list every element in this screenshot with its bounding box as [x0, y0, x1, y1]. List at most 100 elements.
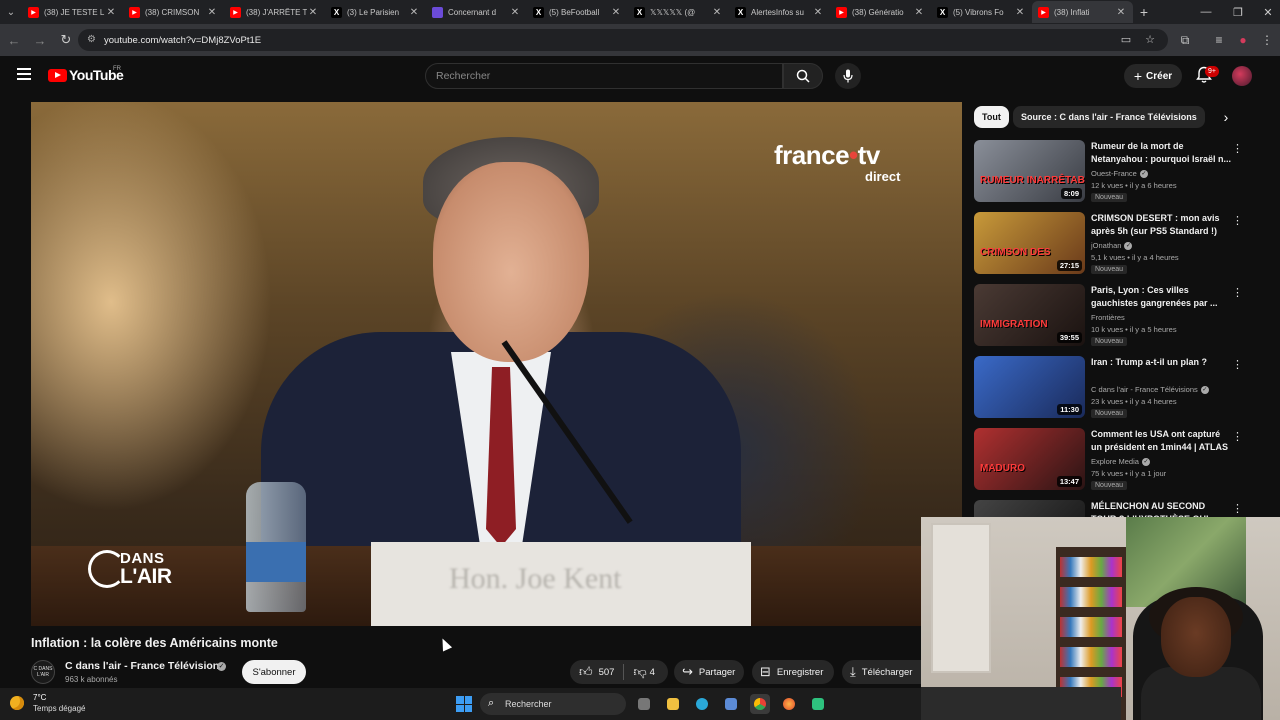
tab-close-icon[interactable]: ✕ [105, 7, 117, 18]
recommended-channel[interactable]: C dans l'air - France Télévisions ✓ [1091, 385, 1209, 395]
chrome-browser-icon[interactable] [750, 694, 770, 714]
account-avatar[interactable] [1232, 66, 1252, 86]
cast-icon[interactable]: ▭ [1118, 32, 1134, 48]
edge-browser-icon[interactable] [692, 694, 712, 714]
recommended-video[interactable]: CRIMSON DES 27:15 CRIMSON DESERT : mon avi… [974, 212, 1264, 278]
tab-close-icon[interactable]: ✕ [1014, 7, 1026, 18]
weather-description[interactable]: Temps dégagé [33, 704, 85, 713]
forward-icon[interactable]: → [28, 28, 52, 52]
channel-avatar[interactable]: C DANS L'AIR [31, 660, 55, 684]
dislike-count[interactable]: 4 [650, 667, 655, 678]
like-count[interactable]: 507 [599, 667, 615, 678]
media-control-icon[interactable]: ≡ [1208, 28, 1230, 52]
extensions-icon[interactable]: ⧉ [1174, 28, 1196, 52]
save-button[interactable]: ⊟ Enregistrer [752, 660, 834, 684]
minimize-icon[interactable]: — [1190, 0, 1222, 24]
chevron-right-icon[interactable]: › [1216, 106, 1236, 128]
thumbs-down-icon[interactable]: 👎︎ [633, 664, 646, 680]
more-options-icon[interactable]: ⋮ [1232, 358, 1243, 372]
chip-all[interactable]: Tout [974, 106, 1009, 128]
chip-source[interactable]: Source : C dans l'air - France Télévisio… [1013, 106, 1205, 128]
browser-menu-icon[interactable]: ⋮ [1256, 28, 1278, 52]
recommended-video-title[interactable]: Rumeur de la mort de Netanyahou : pourqu… [1091, 140, 1231, 165]
more-options-icon[interactable]: ⋮ [1232, 502, 1243, 516]
verified-check-icon: ✓ [1200, 386, 1209, 395]
video-thumbnail[interactable]: MADURO 13:47 [974, 428, 1085, 490]
profile-icon[interactable]: ● [1232, 28, 1254, 52]
video-player[interactable]: Hon. Joe Kent france•tv direct DANS L'AI… [31, 102, 962, 626]
restore-icon[interactable]: ❐ [1222, 0, 1254, 24]
recommended-channel[interactable]: Frontières [1091, 313, 1125, 322]
tab-search-icon[interactable]: ⌄ [0, 0, 22, 24]
browser-tab[interactable]: ▶ (38) J'ARRÊTE T ✕ [224, 1, 325, 23]
address-bar[interactable]: ⚙ youtube.com/watch?v=DMj8ZVoPt1E ▭ ☆ [78, 29, 1168, 51]
browser-tab[interactable]: ▶ (38) Inflati ✕ [1032, 1, 1133, 23]
browser-tab[interactable]: ▶ (38) CRIMSON ✕ [123, 1, 224, 23]
task-view-icon[interactable] [634, 694, 654, 714]
recommended-channel[interactable]: jOnathan ✓ [1091, 241, 1133, 251]
reload-icon[interactable]: ↻ [54, 28, 78, 52]
recommended-video[interactable]: IMMIGRATION 39:55 Paris, Lyon : Ces villes… [974, 284, 1264, 350]
browser-tab[interactable]: ▶ (38) JE TESTE L ✕ [22, 1, 123, 23]
browser-tab[interactable]: X (5) BeFootball ✕ [527, 1, 628, 23]
new-tab-icon[interactable]: + [1133, 4, 1155, 20]
download-button[interactable]: ⤓ Télécharger [842, 660, 921, 684]
more-options-icon[interactable]: ⋮ [1232, 214, 1243, 228]
taskbar-search[interactable]: ⌕ Rechercher [480, 693, 626, 715]
video-thumbnail[interactable]: CRIMSON DES 27:15 [974, 212, 1085, 274]
tab-close-icon[interactable]: ✕ [812, 7, 824, 18]
video-thumbnail[interactable]: 11:30 [974, 356, 1085, 418]
video-thumbnail[interactable]: RUMEUR INARRÊTABLE 8:09 [974, 140, 1085, 202]
browser-tab[interactable]: X 𝕏𝕏𝕏𝕏𝕏 (@ ✕ [628, 1, 729, 23]
windows-start-icon[interactable] [456, 696, 472, 712]
tab-close-icon[interactable]: ✕ [711, 7, 723, 18]
more-options-icon[interactable]: ⋮ [1232, 142, 1243, 156]
video-thumbnail[interactable]: IMMIGRATION 39:55 [974, 284, 1085, 346]
recommended-video-title[interactable]: Iran : Trump a-t-il un plan ? [1091, 356, 1231, 369]
channel-avatar-text: C DANS L'AIR [33, 666, 53, 678]
search-button[interactable] [783, 63, 823, 89]
share-button[interactable]: ↪ Partager [674, 660, 744, 684]
more-options-icon[interactable]: ⋮ [1232, 430, 1243, 444]
tab-close-icon[interactable]: ✕ [1115, 7, 1127, 18]
back-icon[interactable]: ← [2, 28, 26, 52]
recommended-video-title[interactable]: Paris, Lyon : Ces villes gauchistes gang… [1091, 284, 1231, 309]
xbox-app-icon[interactable] [808, 694, 828, 714]
channel-name[interactable]: C dans l'air - France Télévisions [65, 660, 225, 672]
file-explorer-icon[interactable] [663, 694, 683, 714]
search-input[interactable]: Rechercher [425, 63, 783, 89]
bookmark-star-icon[interactable]: ☆ [1142, 32, 1158, 48]
site-info-icon[interactable]: ⚙ [87, 34, 99, 46]
thumbnail-text: RUMEUR INARRÊTABLE [980, 175, 1085, 186]
subscribe-button[interactable]: S'abonner [242, 660, 306, 684]
weather-temperature[interactable]: 7°C [33, 693, 46, 702]
weather-moon-icon[interactable] [10, 696, 24, 710]
browser-tab[interactable]: X AlertesInfos su ✕ [729, 1, 830, 23]
browser-tab[interactable]: X (5) Vibrons Fo ✕ [931, 1, 1032, 23]
recommended-channel[interactable]: Ouest-France ✓ [1091, 169, 1148, 179]
close-window-icon[interactable]: ✕ [1252, 0, 1280, 24]
more-options-icon[interactable]: ⋮ [1232, 286, 1243, 300]
tab-close-icon[interactable]: ✕ [913, 7, 925, 18]
tab-close-icon[interactable]: ✕ [408, 7, 420, 18]
microsoft-store-icon[interactable] [721, 694, 741, 714]
recommended-video-title[interactable]: CRIMSON DESERT : mon avis après 5h (sur … [1091, 212, 1231, 237]
tab-close-icon[interactable]: ✕ [206, 7, 218, 18]
firefox-browser-icon[interactable] [779, 694, 799, 714]
recommended-video[interactable]: 11:30 Iran : Trump a-t-il un plan ? C dans… [974, 356, 1264, 422]
recommended-video-title[interactable]: Comment les USA ont capturé un président… [1091, 428, 1231, 453]
recommended-video[interactable]: RUMEUR INARRÊTABLE 8:09 Rumeur de la mort … [974, 140, 1264, 206]
recommended-video[interactable]: MADURO 13:47 Comment les USA ont capturé u… [974, 428, 1264, 494]
video-nameplate: Hon. Joe Kent [371, 542, 751, 626]
tab-close-icon[interactable]: ✕ [610, 7, 622, 18]
hamburger-menu-icon[interactable] [17, 68, 31, 80]
thumbs-up-icon[interactable]: 👍︎ [579, 664, 593, 680]
browser-tab[interactable]: Concernant d ✕ [426, 1, 527, 23]
voice-search-button[interactable] [835, 63, 861, 89]
browser-tab[interactable]: ▶ (38) Génératio ✕ [830, 1, 931, 23]
create-button[interactable]: + Créer [1124, 64, 1182, 88]
browser-tab[interactable]: X (3) Le Parisien ✕ [325, 1, 426, 23]
tab-close-icon[interactable]: ✕ [307, 7, 319, 18]
recommended-channel[interactable]: Explore Media ✓ [1091, 457, 1150, 467]
tab-close-icon[interactable]: ✕ [509, 7, 521, 18]
